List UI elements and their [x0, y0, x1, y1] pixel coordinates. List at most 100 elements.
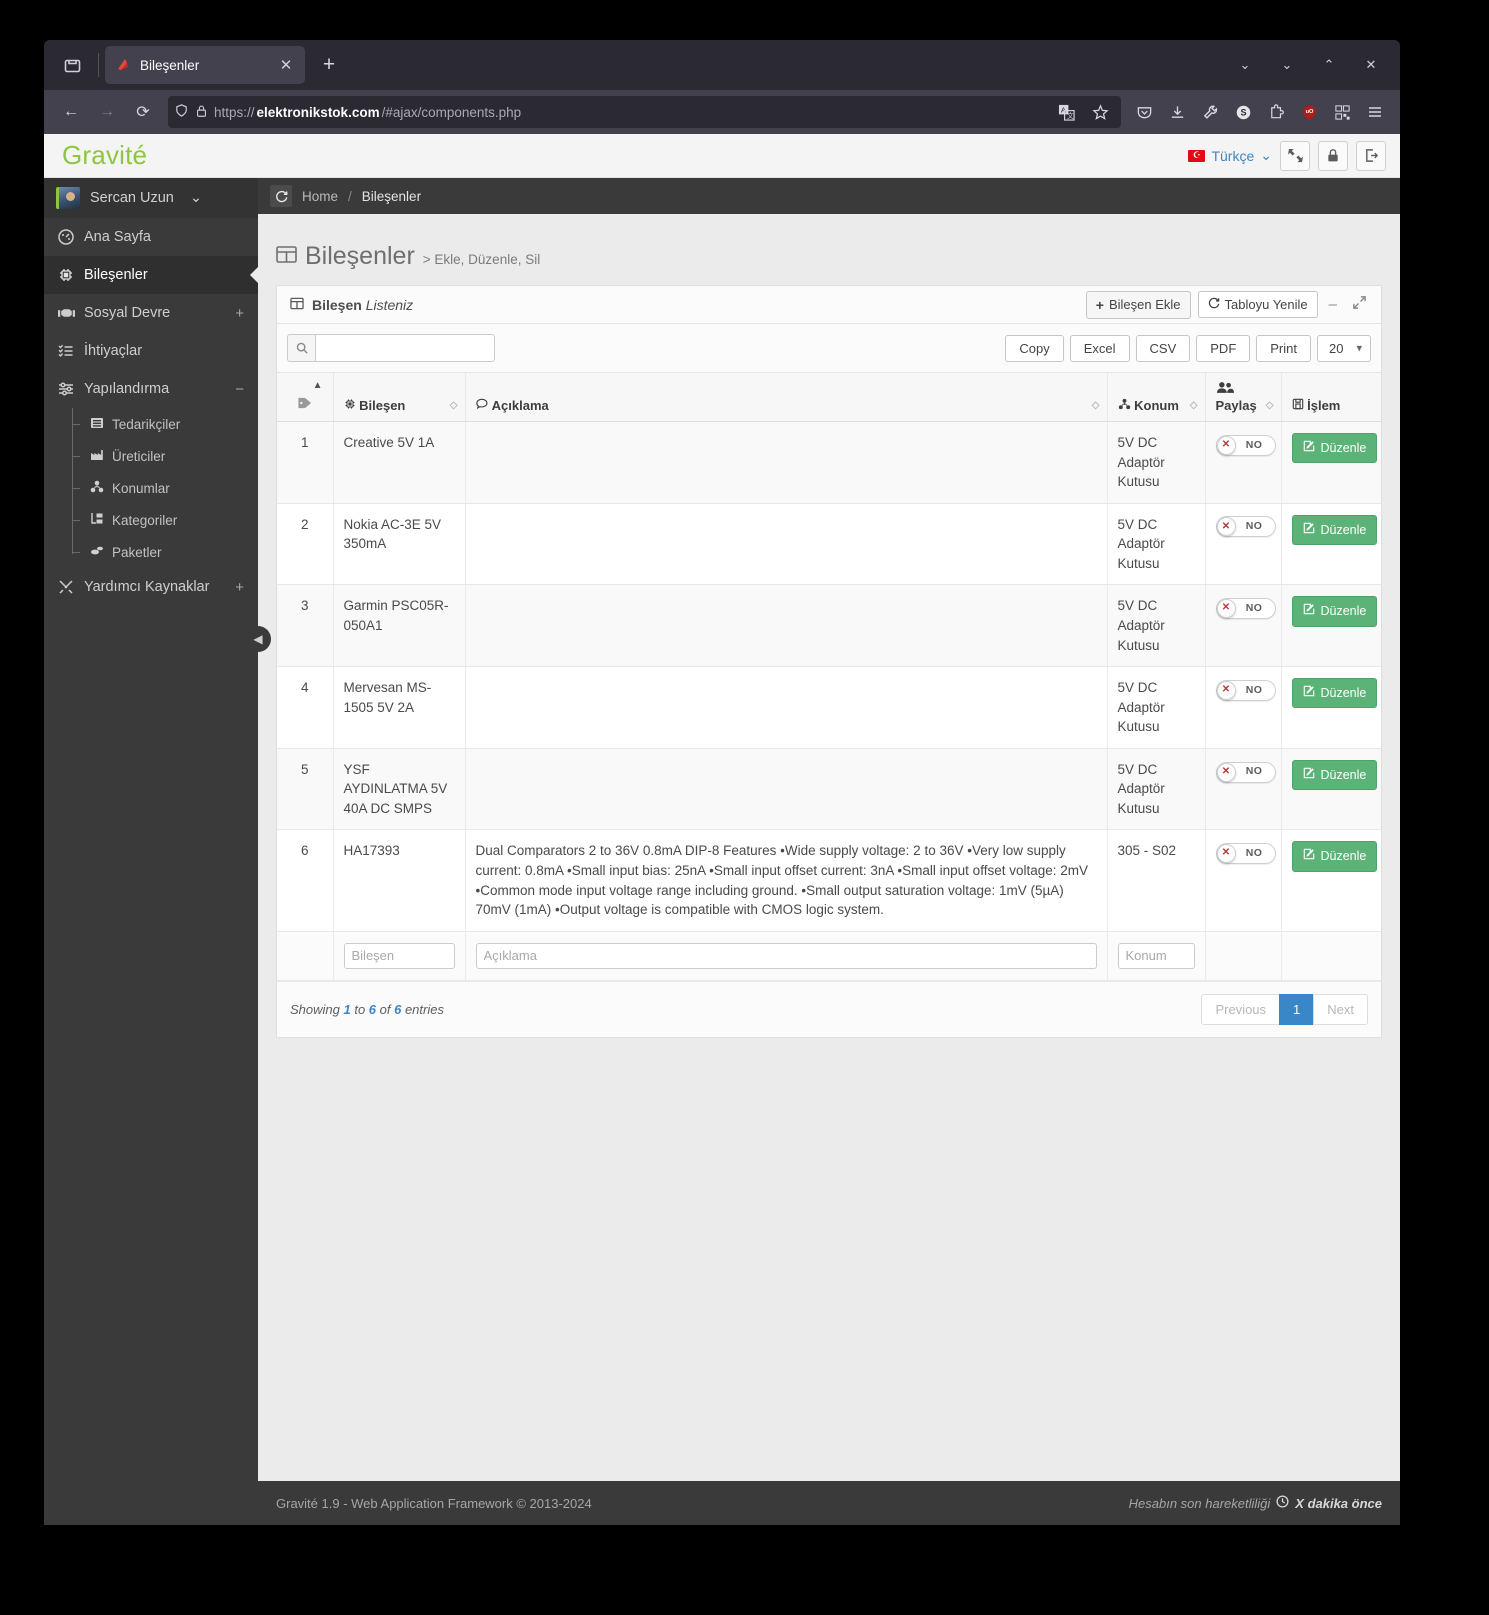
table-body: 1 Creative 5V 1A 5V DC Adaptör Kutusu ✕ … [277, 421, 1381, 932]
page-length-select[interactable]: 20 [1317, 334, 1371, 362]
pagination-previous[interactable]: Previous [1201, 993, 1281, 1025]
pocket-icon[interactable] [1129, 97, 1159, 127]
comment-icon [475, 398, 492, 413]
list-all-tabs-icon[interactable] [52, 47, 92, 83]
language-selector[interactable]: ☪ Türkçe ⌄ [1188, 147, 1272, 164]
new-tab-button[interactable]: + [312, 48, 346, 82]
pagination-next[interactable]: Next [1313, 993, 1368, 1025]
column-header-paylas[interactable]: Paylaş ◇ [1205, 373, 1282, 422]
bookmark-star-icon[interactable] [1085, 97, 1115, 127]
collapse-icon[interactable]: − [235, 381, 244, 398]
sidebar-item-tedarikciler[interactable]: Tedarikçiler [72, 408, 258, 440]
edit-button[interactable]: Düzenle [1291, 841, 1378, 872]
breadcrumb-home[interactable]: Home [302, 189, 338, 204]
hamburger-menu-icon[interactable] [1360, 97, 1390, 127]
table-row[interactable]: 5 YSF AYDINLATMA 5V 40A DC SMPS 5V DC Ad… [277, 748, 1381, 831]
extension-icon[interactable] [1261, 97, 1291, 127]
pdf-button[interactable]: PDF [1196, 334, 1251, 362]
sidebar-item-ana-sayfa[interactable]: Ana Sayfa [44, 218, 258, 256]
fullscreen-button[interactable] [1280, 140, 1310, 171]
lock-screen-button[interactable] [1318, 140, 1348, 171]
window-controls: ⌄ ⌄ ⌃ ✕ [1226, 48, 1400, 82]
translate-icon[interactable]: A文 [1051, 97, 1081, 127]
forward-icon[interactable]: → [90, 96, 124, 128]
excel-button[interactable]: Excel [1069, 334, 1130, 362]
main-content: Home / Bileşenler Bileşenler > Ekle, Düz… [258, 178, 1400, 1525]
refresh-icon[interactable] [270, 185, 292, 207]
edit-button[interactable]: Düzenle [1291, 514, 1378, 545]
chevron-down-icon-2[interactable]: ⌄ [1268, 48, 1306, 82]
sidebar-item-ureticiler[interactable]: Üreticiler [72, 440, 258, 472]
sidebar-item-yardimci-kaynaklar[interactable]: Yardımcı Kaynaklar + [44, 568, 258, 606]
pagination-page-1[interactable]: 1 [1279, 993, 1315, 1025]
add-component-button[interactable]: + Bileşen Ekle [1085, 290, 1191, 319]
edit-button[interactable]: Düzenle [1291, 596, 1378, 627]
table-row[interactable]: 3 Garmin PSC05R-050A1 5V DC Adaptör Kutu… [277, 584, 1381, 668]
cell-description [465, 666, 1108, 749]
expand-panel-icon[interactable] [1348, 295, 1371, 314]
edit-button[interactable]: Düzenle [1291, 433, 1378, 464]
column-header-konum[interactable]: Konum ◇ [1107, 373, 1206, 422]
reload-icon[interactable]: ⟳ [126, 96, 160, 128]
minimize-window-icon[interactable]: ⌃ [1310, 48, 1348, 82]
wrench-icon[interactable] [1195, 97, 1225, 127]
sidebar-item-sosyal-devre[interactable]: Sosyal Devre + [44, 294, 258, 332]
share-toggle[interactable]: ✕ NO [1215, 516, 1276, 538]
share-toggle[interactable]: ✕ NO [1215, 843, 1276, 865]
refresh-table-button[interactable]: Tabloyu Yenile [1197, 291, 1318, 318]
close-window-icon[interactable]: ✕ [1352, 48, 1390, 82]
search-input[interactable] [315, 334, 495, 362]
shield-icon[interactable] [174, 103, 189, 121]
filter-description-input[interactable] [475, 942, 1097, 969]
browser-toolbar-icons: S uO [1129, 97, 1390, 127]
ublock-icon[interactable]: uO [1294, 97, 1324, 127]
chevron-down-icon-1[interactable]: ⌄ [1226, 48, 1264, 82]
share-toggle[interactable]: ✕ NO [1215, 434, 1276, 456]
user-menu[interactable]: Sercan Uzun ⌄ [44, 178, 258, 218]
share-toggle[interactable]: ✕ NO [1215, 598, 1276, 620]
close-tab-icon[interactable]: ✕ [275, 54, 297, 76]
s-account-icon[interactable]: S [1228, 97, 1258, 127]
app-footer: Gravité 1.9 - Web Application Framework … [258, 1481, 1400, 1525]
cell-component: Mervesan MS-1505 5V 2A [333, 666, 466, 749]
browser-tab[interactable]: Bileşenler ✕ [105, 46, 305, 84]
column-header-tag[interactable]: ▲ [277, 373, 334, 422]
filter-location-input[interactable] [1117, 942, 1195, 969]
share-toggle[interactable]: ✕ NO [1215, 761, 1276, 783]
column-header-bilesen[interactable]: Bileşen ◇ [333, 373, 466, 422]
back-icon[interactable]: ← [54, 96, 88, 128]
table-row[interactable]: 1 Creative 5V 1A 5V DC Adaptör Kutusu ✕ … [277, 421, 1381, 504]
favicon-icon [115, 57, 131, 73]
sidebar-item-paketler[interactable]: Paketler [72, 536, 258, 568]
sidebar-collapse-toggle[interactable]: ◀ [245, 626, 271, 652]
copy-button[interactable]: Copy [1005, 334, 1064, 362]
sidebar-item-konumlar[interactable]: Konumlar [72, 472, 258, 504]
lock-icon[interactable] [195, 104, 208, 121]
cell-component: HA17393 [333, 829, 466, 932]
share-toggle[interactable]: ✕ NO [1215, 679, 1276, 701]
expand-icon[interactable]: + [235, 305, 244, 322]
web-application: Gravité ☪ Türkçe ⌄ Sercan Uzun ⌄ Ana Say… [44, 134, 1400, 1525]
cell-id: 3 [277, 584, 334, 668]
expand-icon[interactable]: + [235, 579, 244, 596]
downloads-icon[interactable] [1162, 97, 1192, 127]
filter-component-input[interactable] [343, 942, 455, 969]
csv-button[interactable]: CSV [1135, 334, 1191, 362]
table-row[interactable]: 4 Mervesan MS-1505 5V 2A 5V DC Adaptör K… [277, 666, 1381, 749]
qr-icon[interactable] [1327, 97, 1357, 127]
column-header-aciklama[interactable]: Açıklama ◇ [465, 373, 1108, 422]
table-row[interactable]: 2 Nokia AC-3E 5V 350mA 5V DC Adaptör Kut… [277, 503, 1381, 586]
sidebar-item-ihtiyaclar[interactable]: İhtiyaçlar [44, 332, 258, 370]
sidebar-item-yapilandirma[interactable]: Yapılandırma − [44, 370, 258, 408]
logout-button[interactable] [1356, 140, 1386, 171]
sidebar-item-kategoriler[interactable]: Kategoriler [72, 504, 258, 536]
table-row[interactable]: 6 HA17393 Dual Comparators 2 to 36V 0.8m… [277, 829, 1381, 932]
edit-button[interactable]: Düzenle [1291, 759, 1378, 790]
minimize-panel-icon[interactable]: – [1325, 296, 1341, 313]
edit-button[interactable]: Düzenle [1291, 678, 1378, 709]
address-bar[interactable]: https:// elektronikstok.com /#ajax/compo… [168, 96, 1121, 128]
toggle-label: NO [1245, 847, 1263, 860]
sidebar-item-bilesenler[interactable]: Bileşenler [44, 256, 258, 294]
print-button[interactable]: Print [1256, 334, 1311, 362]
breadcrumb: Home / Bileşenler [258, 178, 1400, 214]
